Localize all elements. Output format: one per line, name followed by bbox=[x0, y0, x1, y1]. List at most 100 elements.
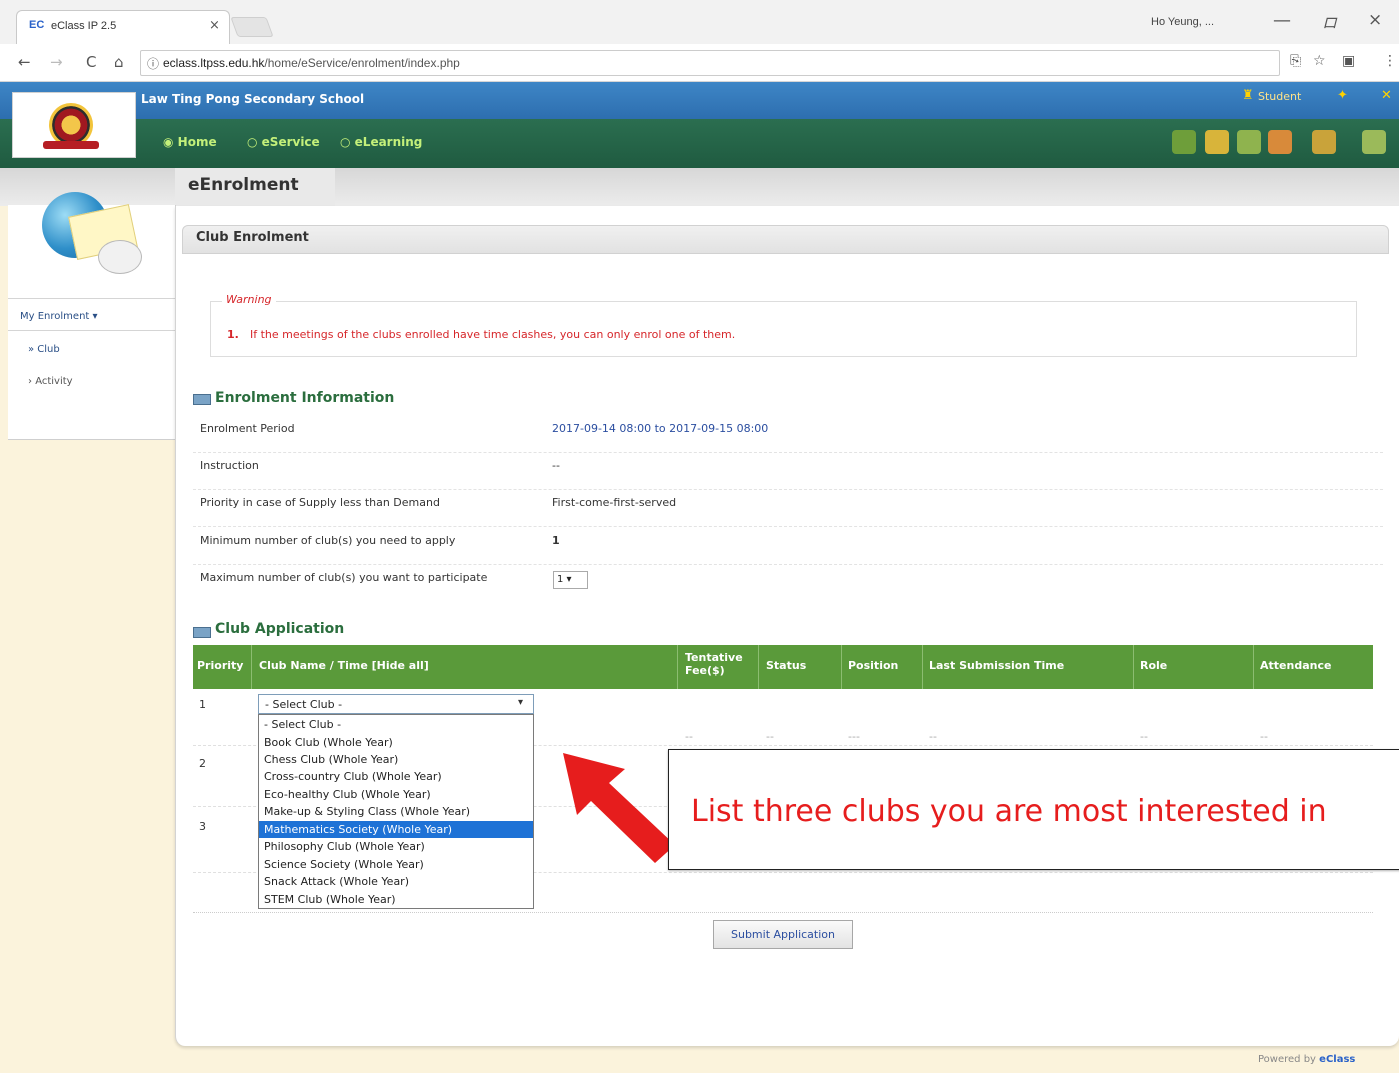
sidebar-heading-label: My Enrolment bbox=[20, 311, 90, 322]
browser-menu-icon[interactable]: ⋮ bbox=[1383, 53, 1397, 69]
column-header-club-name[interactable]: Club Name / Time [Hide all] bbox=[259, 659, 429, 672]
sidebar-divider bbox=[8, 298, 176, 299]
priority-number: 3 bbox=[199, 820, 206, 833]
tab-title: eClass IP 2.5 bbox=[51, 20, 117, 32]
calendar-icon[interactable] bbox=[1237, 130, 1261, 154]
warning-number: 1. bbox=[227, 328, 239, 341]
dropdown-option[interactable]: Make-up & Styling Class (Whole Year) bbox=[264, 803, 530, 820]
help-icon[interactable]: ✦ bbox=[1337, 88, 1348, 103]
eclass-brand: eClass bbox=[1319, 1054, 1356, 1065]
club-application-heading: Club Application bbox=[215, 621, 345, 637]
url-path: /home/eService/enrolment/index.php bbox=[264, 56, 460, 70]
back-icon[interactable]: ← bbox=[18, 53, 31, 71]
sidebar-item-activity[interactable]: › Activity bbox=[28, 376, 73, 387]
info-label: Enrolment Period bbox=[200, 422, 295, 435]
campus-links-icon[interactable] bbox=[1362, 130, 1386, 154]
school-header-bar: Law Ting Pong Secondary School ♜ Student… bbox=[0, 82, 1399, 119]
column-divider bbox=[841, 645, 842, 689]
info-label: Minimum number of club(s) you need to ap… bbox=[200, 534, 456, 547]
new-tab-button[interactable] bbox=[230, 17, 274, 37]
minimize-icon[interactable]: — bbox=[1273, 10, 1291, 31]
crest-ribbon bbox=[43, 141, 99, 149]
dropdown-option[interactable]: Eco-healthy Club (Whole Year) bbox=[264, 786, 530, 803]
ilearning-icon[interactable] bbox=[1312, 130, 1336, 154]
column-header: Status bbox=[766, 659, 807, 672]
position-value: --- bbox=[848, 730, 860, 743]
logout-icon[interactable]: ✕ bbox=[1381, 88, 1392, 103]
sidebar-heading-my-enrolment[interactable]: My Enrolment ▾ bbox=[20, 311, 98, 322]
menu-home[interactable]: ◉ Home bbox=[163, 135, 217, 149]
menu-elearning-label: eLearning bbox=[354, 135, 423, 149]
chevron-down-icon[interactable]: ▾ bbox=[518, 697, 523, 708]
student-link[interactable]: Student bbox=[1258, 90, 1301, 103]
column-header: Priority bbox=[197, 659, 244, 672]
dropdown-option[interactable]: STEM Club (Whole Year) bbox=[264, 891, 530, 908]
dropdown-option-highlighted[interactable]: Mathematics Society (Whole Year) bbox=[259, 821, 533, 838]
callout-text: List three clubs you are most interested… bbox=[691, 794, 1327, 829]
attendance-value: -- bbox=[1260, 730, 1268, 743]
max-clubs-select[interactable]: 1 ▾ bbox=[553, 571, 588, 589]
info-label: Priority in case of Supply less than Dem… bbox=[200, 496, 440, 509]
menu-elearning[interactable]: ○ eLearning bbox=[340, 135, 422, 149]
info-value: 2017-09-14 08:00 to 2017-09-15 08:00 bbox=[552, 422, 769, 435]
dropdown-option[interactable]: Science Society (Whole Year) bbox=[264, 856, 530, 873]
dropdown-option[interactable]: Cross-country Club (Whole Year) bbox=[264, 768, 530, 785]
sidebar-item-label: Club bbox=[37, 344, 60, 355]
url-host: eclass.ltpss.edu.hk bbox=[163, 56, 265, 70]
campus-tv-icon[interactable] bbox=[1172, 130, 1196, 154]
column-header: Tentative Fee($) bbox=[685, 651, 743, 677]
resources-icon[interactable] bbox=[1268, 130, 1292, 154]
column-header: Attendance bbox=[1260, 659, 1332, 672]
cast-icon[interactable]: ▣ bbox=[1342, 53, 1355, 69]
divider bbox=[193, 912, 1373, 913]
info-row: Maximum number of club(s) you want to pa… bbox=[193, 565, 1383, 602]
column-divider bbox=[1133, 645, 1134, 689]
browser-tab[interactable]: EC eClass IP 2.5 × bbox=[16, 10, 230, 44]
site-info-icon[interactable]: ⓘ bbox=[147, 55, 159, 72]
column-divider bbox=[758, 645, 759, 689]
address-bar: ← → C ⌂ ⓘ eclass.ltpss.edu.hk/home/eServ… bbox=[0, 44, 1399, 82]
translate-icon[interactable]: ⎘ bbox=[1290, 53, 1301, 69]
table-icon bbox=[193, 394, 211, 405]
instruction-callout: List three clubs you are most interested… bbox=[668, 749, 1399, 870]
window-close-icon[interactable]: × bbox=[1368, 10, 1382, 30]
tab-close-icon[interactable]: × bbox=[209, 18, 220, 33]
maximize-icon[interactable]: ロ bbox=[1322, 12, 1337, 33]
school-news-icon[interactable] bbox=[1205, 130, 1229, 154]
sidebar-item-club[interactable]: » Club bbox=[28, 344, 60, 355]
priority-number: 2 bbox=[199, 757, 206, 770]
column-divider bbox=[1253, 645, 1254, 689]
dropdown-option[interactable]: Book Club (Whole Year) bbox=[264, 734, 530, 751]
eclass-favicon-icon: EC bbox=[29, 19, 45, 31]
dropdown-option[interactable]: Philosophy Club (Whole Year) bbox=[264, 838, 530, 855]
status-value: -- bbox=[766, 730, 774, 743]
home-icon[interactable]: ⌂ bbox=[114, 53, 124, 71]
info-value: -- bbox=[552, 459, 560, 472]
submit-application-button[interactable]: Submit Application bbox=[713, 920, 853, 949]
url-input[interactable]: ⓘ eclass.ltpss.edu.hk/home/eService/enro… bbox=[140, 50, 1280, 76]
browser-profile-name[interactable]: Ho Yeung, ... bbox=[1151, 16, 1214, 28]
column-header: Last Submission Time bbox=[929, 659, 1065, 672]
warning-legend: Warning bbox=[222, 293, 276, 306]
last-submission-value: -- bbox=[929, 730, 937, 743]
page-title: eEnrolment bbox=[188, 175, 299, 195]
dropdown-option[interactable]: Snack Attack (Whole Year) bbox=[264, 873, 530, 890]
club-select-priority-1[interactable]: - Select Club - bbox=[258, 694, 534, 714]
warning-text: If the meetings of the clubs enrolled ha… bbox=[250, 328, 736, 341]
reload-icon[interactable]: C bbox=[86, 53, 96, 71]
bookmark-star-icon[interactable]: ☆ bbox=[1313, 53, 1326, 69]
forward-icon[interactable]: → bbox=[50, 53, 63, 71]
powered-by: Powered by eClass bbox=[1258, 1054, 1355, 1065]
red-arrow-annotation bbox=[563, 753, 675, 863]
table-icon bbox=[193, 627, 211, 638]
dropdown-option[interactable]: - Select Club - bbox=[264, 716, 530, 733]
school-logo[interactable] bbox=[12, 92, 136, 158]
info-label: Instruction bbox=[200, 459, 259, 472]
browser-tab-bar: EC eClass IP 2.5 × Ho Yeung, ... — ロ × bbox=[0, 0, 1399, 44]
info-value: First-come-first-served bbox=[552, 496, 677, 509]
info-row: Enrolment Period 2017-09-14 08:00 to 201… bbox=[193, 416, 1383, 453]
computer-mouse-icon bbox=[98, 240, 142, 274]
menu-eservice[interactable]: ○ eService bbox=[247, 135, 320, 149]
main-menu-bar: ◉ Home ○ eService ○ eLearning bbox=[0, 119, 1399, 168]
dropdown-option[interactable]: Chess Club (Whole Year) bbox=[264, 751, 530, 768]
